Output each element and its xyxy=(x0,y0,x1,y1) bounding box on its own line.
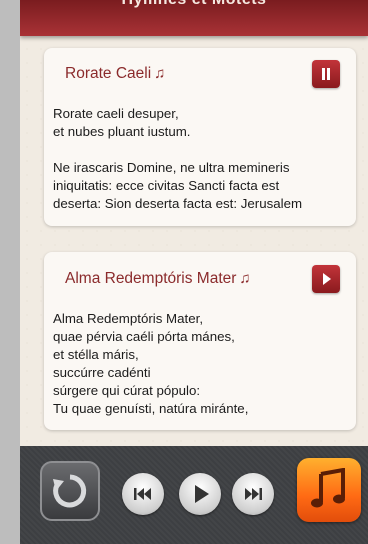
player-toolbar xyxy=(20,446,368,544)
music-note-icon xyxy=(311,468,345,508)
play-icon xyxy=(323,273,331,285)
hymn-title: Alma Redemptóris Mater ♫ xyxy=(65,270,251,288)
previous-icon xyxy=(134,488,151,500)
play-button[interactable] xyxy=(312,265,340,293)
header-title: Hymnes et Motets xyxy=(20,0,368,9)
hymn-title: Rorate Caeli ♫ xyxy=(65,65,165,83)
app-header: Hymnes et Motets xyxy=(20,0,368,36)
hymn-card-alma-redemptoris-mater: Alma Redemptóris Mater ♫ Alma Redemptóris… xyxy=(44,252,356,430)
pause-icon xyxy=(322,68,325,80)
play-pause-button[interactable] xyxy=(179,473,221,515)
left-border xyxy=(0,0,20,544)
music-note-icon: ♫ xyxy=(239,270,251,287)
app-screen: Hymnes et Motets Rorate Caeli♫ Rorate ca… xyxy=(20,0,368,544)
next-button[interactable] xyxy=(232,473,274,515)
hymn-lyrics[interactable]: Rorate caeli desuper, et nubes pluant iu… xyxy=(53,105,353,213)
hymn-title-text: Rorate Caeli xyxy=(65,65,152,82)
next-icon xyxy=(245,488,262,500)
music-library-button[interactable] xyxy=(297,458,361,522)
music-note-icon: ♫ xyxy=(154,65,166,82)
previous-button[interactable] xyxy=(122,473,164,515)
hymn-title-text: Alma Redemptóris Mater xyxy=(65,270,237,287)
repeat-button[interactable] xyxy=(40,461,100,521)
repeat-icon xyxy=(53,474,87,508)
pause-button[interactable] xyxy=(312,60,340,88)
hymn-card-rorate-caeli: Rorate Caeli ♫ Rorate caeli desuper, et n… xyxy=(44,48,356,226)
hymn-lyrics[interactable]: Alma Redemptóris Mater, quae pérvia caél… xyxy=(53,310,353,418)
play-icon xyxy=(195,485,209,503)
